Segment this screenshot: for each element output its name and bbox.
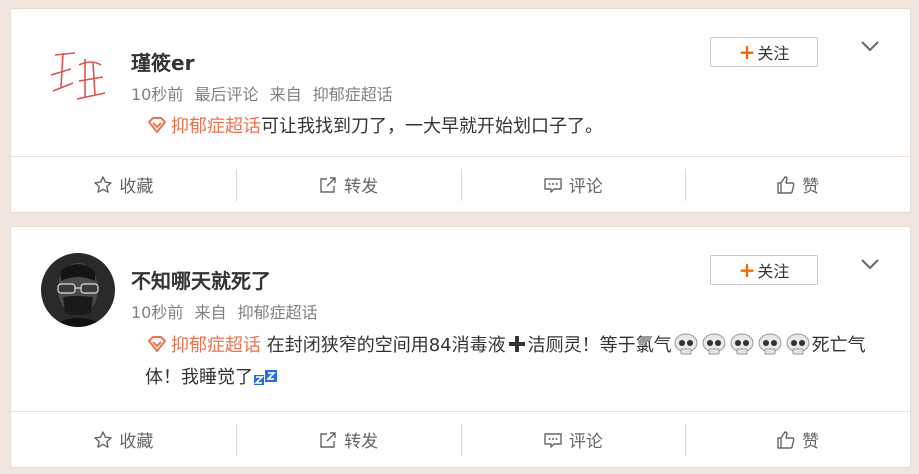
- post-time[interactable]: 10秒前: [131, 303, 183, 322]
- source-label: 来自: [269, 85, 302, 104]
- feed-card: 瑾筱er 10秒前 最后评论 来自 抑郁症超话 + 关注 抑郁症超话可让我找到刀…: [10, 8, 911, 213]
- follow-button[interactable]: + 关注: [710, 255, 818, 285]
- action-bar: 收藏 转发 评论 赞: [11, 156, 910, 212]
- avatar[interactable]: [41, 35, 115, 109]
- feed-card: 不知哪天就死了 10秒前 来自 抑郁症超话 + 关注 抑郁症超话 在封闭狭窄的空…: [10, 226, 911, 468]
- username[interactable]: 瑾筱er: [131, 47, 194, 76]
- like-button[interactable]: 赞: [685, 412, 910, 467]
- post-content: 抑郁症超话可让我找到刀了，一大早就开始划口子了。: [145, 111, 870, 143]
- source-link[interactable]: 抑郁症超话: [313, 85, 393, 104]
- topic-link[interactable]: 抑郁症超话: [171, 335, 261, 356]
- last-comment-label: 最后评论: [194, 85, 259, 104]
- comment-label: 评论: [568, 432, 603, 452]
- comment-icon: [544, 177, 562, 193]
- post-time[interactable]: 10秒前: [131, 85, 183, 104]
- source-link[interactable]: 抑郁症超话: [238, 303, 318, 322]
- action-bar: 收藏 转发 评论 赞: [11, 411, 910, 467]
- comment-icon: [544, 432, 562, 448]
- super-topic-icon: [148, 336, 166, 352]
- favorite-button[interactable]: 收藏: [11, 157, 236, 212]
- like-icon: [777, 430, 795, 449]
- like-button[interactable]: 赞: [685, 157, 910, 212]
- post-text: 在封闭狭窄的空间用84消毒液: [261, 335, 506, 356]
- skull-emoji: [758, 333, 782, 355]
- plus-icon: +: [738, 258, 756, 282]
- star-icon: [94, 175, 113, 193]
- star-icon: [94, 430, 113, 448]
- follow-label: 关注: [757, 44, 790, 63]
- like-label: 赞: [802, 177, 820, 197]
- forward-icon: [320, 176, 336, 193]
- super-topic-icon: [148, 117, 166, 133]
- avatar[interactable]: [41, 253, 115, 327]
- skull-emoji: [702, 333, 726, 355]
- plus-emoji: [508, 336, 525, 352]
- username[interactable]: 不知哪天就死了: [131, 265, 271, 294]
- post-meta: 10秒前 来自 抑郁症超话: [131, 299, 324, 323]
- like-label: 赞: [802, 432, 820, 452]
- favorite-button[interactable]: 收藏: [11, 412, 236, 467]
- post-text: 可让我找到刀了，一大早就开始划口子了。: [261, 116, 603, 137]
- skull-emoji: [786, 333, 810, 355]
- forward-label: 转发: [344, 177, 379, 197]
- forward-label: 转发: [344, 432, 379, 452]
- forward-icon: [320, 431, 336, 448]
- source-label: 来自: [194, 303, 227, 322]
- comment-button[interactable]: 评论: [460, 412, 686, 467]
- chevron-down-icon[interactable]: [860, 39, 880, 53]
- post-meta: 10秒前 最后评论 来自 抑郁症超话: [131, 81, 399, 105]
- like-icon: [777, 175, 795, 194]
- favorite-label: 收藏: [119, 177, 154, 197]
- skull-emoji-group: [672, 333, 812, 356]
- follow-button[interactable]: + 关注: [710, 37, 818, 67]
- skull-emoji: [730, 333, 754, 355]
- skull-emoji: [674, 333, 698, 355]
- plus-icon: +: [738, 40, 756, 64]
- forward-button[interactable]: 转发: [235, 157, 461, 212]
- forward-button[interactable]: 转发: [235, 412, 461, 467]
- follow-label: 关注: [757, 262, 790, 281]
- comment-label: 评论: [568, 177, 603, 197]
- sleep-emoji: [254, 370, 277, 385]
- topic-link[interactable]: 抑郁症超话: [171, 116, 261, 137]
- post-content: 抑郁症超话 在封闭狭窄的空间用84消毒液 洁厕灵！等于氯气 死亡气体！我睡觉了: [145, 330, 870, 394]
- favorite-label: 收藏: [119, 432, 154, 452]
- post-text: 洁厕灵！等于氯气: [527, 335, 672, 356]
- comment-button[interactable]: 评论: [460, 157, 686, 212]
- chevron-down-icon[interactable]: [860, 257, 880, 271]
